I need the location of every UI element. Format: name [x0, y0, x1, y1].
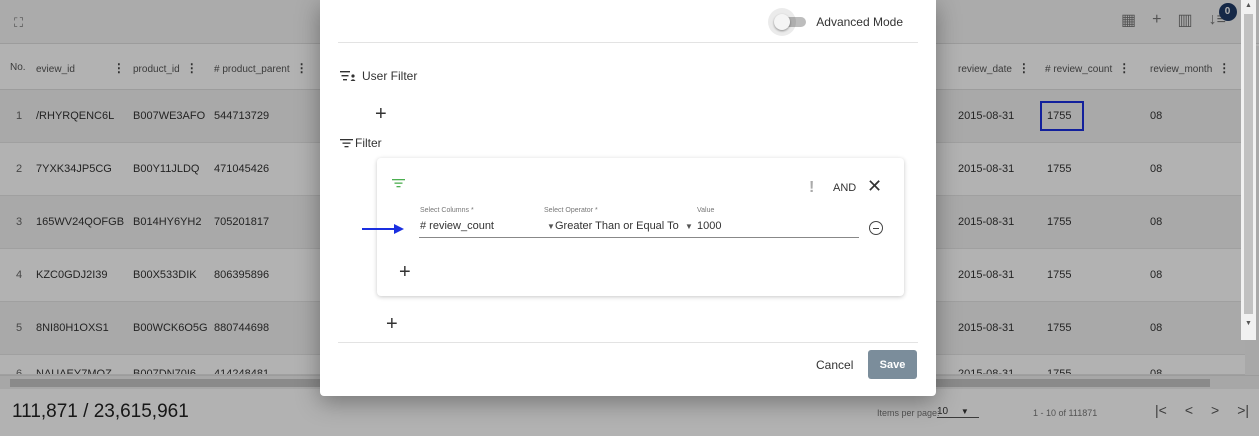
add-condition-button[interactable]: + — [399, 262, 411, 282]
operator-field-label: Select Operator * — [544, 207, 598, 214]
filter-dialog: Advanced Mode User Filter + Filter ! AND… — [320, 0, 1256, 396]
close-icon[interactable]: ✕ — [867, 176, 882, 197]
filter-icon — [340, 139, 353, 148]
divider — [338, 342, 918, 343]
scroll-down-icon[interactable]: ▼ — [1245, 320, 1252, 327]
remove-condition-icon[interactable] — [869, 221, 883, 235]
value-input[interactable]: 1000 — [697, 220, 721, 236]
field-underline — [419, 237, 859, 238]
column-field-label: Select Columns * — [420, 207, 474, 214]
filter-header: Filter — [340, 136, 382, 150]
value-field-label: Value — [697, 207, 715, 214]
toggle-switch[interactable] — [768, 8, 808, 36]
user-filter-icon — [340, 71, 356, 81]
scroll-up-icon[interactable]: ▲ — [1245, 2, 1252, 9]
scroll-thumb[interactable] — [1244, 14, 1253, 314]
chevron-down-icon[interactable]: ▼ — [547, 222, 555, 231]
negate-toggle-icon[interactable]: ! — [809, 180, 814, 196]
filter-group-icon[interactable] — [392, 178, 405, 188]
save-button[interactable]: Save — [868, 350, 917, 379]
divider — [338, 42, 918, 43]
advanced-mode-toggle[interactable]: Advanced Mode — [768, 8, 903, 36]
chevron-down-icon[interactable]: ▼ — [685, 222, 693, 231]
cancel-button[interactable]: Cancel — [816, 358, 853, 372]
logic-operator-button[interactable]: AND — [833, 182, 856, 194]
user-filter-header: User Filter — [340, 69, 417, 83]
dialog-scrollbar[interactable]: ▲ ▼ — [1241, 0, 1256, 340]
operator-select[interactable]: Greater Than or Equal To — [555, 220, 679, 236]
user-filter-title: User Filter — [362, 69, 418, 83]
advanced-mode-label: Advanced Mode — [816, 15, 903, 29]
add-user-filter-button[interactable]: + — [375, 104, 387, 124]
filter-group-card: ! AND ✕ Select Columns * # review_count … — [377, 158, 904, 296]
add-filter-button[interactable]: + — [386, 314, 398, 334]
filter-title: Filter — [355, 136, 382, 150]
annotation-arrow-icon — [362, 224, 404, 234]
column-select[interactable]: # review_count — [420, 220, 494, 236]
